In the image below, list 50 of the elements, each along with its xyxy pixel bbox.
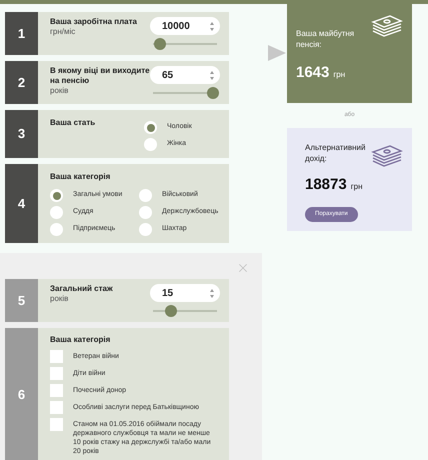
- field-label: Ваша стать: [50, 117, 96, 129]
- step-number: 4: [5, 164, 38, 243]
- field-label: Загальний стаж: [50, 284, 114, 294]
- radio-button[interactable]: [144, 138, 157, 151]
- field-value: 15: [162, 286, 174, 300]
- slider[interactable]: [151, 87, 219, 99]
- pension-label: Ваша майбутня пенсія:: [296, 28, 356, 50]
- spinner-icon[interactable]: [210, 22, 214, 30]
- step-number: 3: [5, 110, 38, 158]
- currency-label: грн: [350, 181, 363, 193]
- step-number: 2: [5, 61, 38, 104]
- radio-button[interactable]: [139, 189, 152, 202]
- unit-label: років: [50, 294, 70, 304]
- step-number: 6: [5, 328, 38, 460]
- radio-button[interactable]: [139, 223, 152, 236]
- alternative-label: Альтернативний дохід:: [305, 142, 366, 164]
- field-value: 65: [162, 68, 174, 82]
- checkbox[interactable]: [50, 418, 63, 431]
- number-field[interactable]: 15: [150, 284, 220, 302]
- spinner-icon[interactable]: [210, 288, 214, 298]
- checkbox[interactable]: [50, 367, 63, 380]
- spinner-icon[interactable]: [210, 70, 214, 80]
- triangle-icon: [268, 45, 286, 61]
- slider[interactable]: [151, 305, 219, 317]
- checkbox[interactable]: [50, 350, 63, 363]
- number-field[interactable]: 10000: [150, 17, 220, 35]
- checkbox[interactable]: [50, 401, 63, 414]
- slider[interactable]: [151, 38, 219, 50]
- field-label: Ваша заробітна плата: [50, 17, 138, 27]
- radio-button[interactable]: [50, 189, 63, 202]
- unit-label: років: [50, 86, 70, 96]
- radio-button[interactable]: [50, 223, 63, 236]
- alternative-amount: 18873: [305, 175, 347, 195]
- step-number: 5: [5, 279, 38, 322]
- currency-label: грн: [333, 69, 346, 81]
- slider-thumb[interactable]: [154, 38, 166, 50]
- field-label: В якому віці ви виходите на пенсію: [50, 66, 150, 86]
- number-field[interactable]: 65: [150, 66, 220, 84]
- pension-amount: 1643: [296, 63, 330, 83]
- radio-button[interactable]: [139, 206, 152, 219]
- slider-thumb[interactable]: [207, 87, 219, 99]
- checkbox[interactable]: [50, 384, 63, 397]
- radio-button[interactable]: [144, 121, 157, 134]
- unit-label: грн/міс: [50, 27, 76, 37]
- field-label: Ваша категорія: [50, 171, 112, 183]
- slider-thumb[interactable]: [165, 305, 177, 317]
- field-value: 10000: [162, 20, 190, 34]
- step-number: 1: [5, 12, 38, 55]
- radio-button[interactable]: [50, 206, 63, 219]
- field-label: Ваша категорія: [50, 334, 112, 346]
